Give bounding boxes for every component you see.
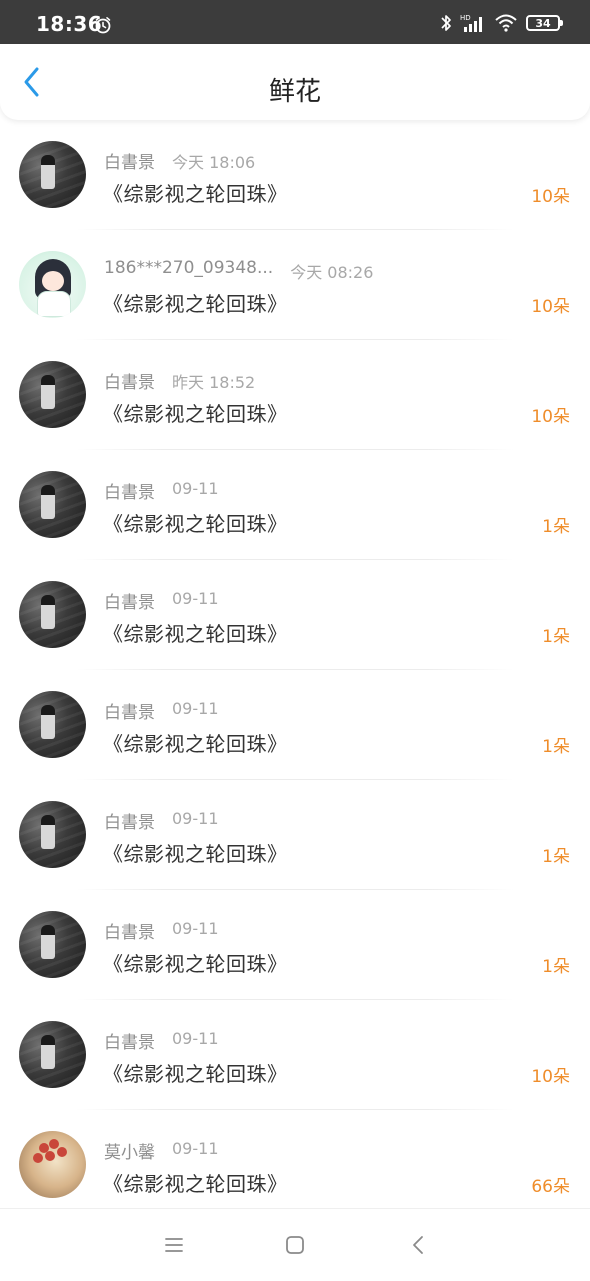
timestamp: 09-11: [172, 479, 219, 498]
list-item[interactable]: 莫小馨 09-11 《综影视之轮回珠》 66朵: [0, 1110, 590, 1220]
list-item[interactable]: 白書景 09-11 《综影视之轮回珠》 10朵: [0, 1000, 590, 1110]
list-item[interactable]: 白書景 09-11 《综影视之轮回珠》 1朵: [0, 560, 590, 670]
avatar[interactable]: [19, 581, 86, 648]
alarm-icon: [95, 17, 111, 34]
user-name[interactable]: 186***270_09348...: [104, 258, 273, 278]
avatar[interactable]: [19, 141, 86, 208]
user-name[interactable]: 白書景: [104, 808, 155, 833]
status-bar: 18:36 HD 34: [0, 0, 590, 44]
flower-record-list: 白書景 今天 18:06 《综影视之轮回珠》 10朵 186***270_09348..…: [0, 120, 590, 1220]
user-name[interactable]: 白書景: [104, 698, 155, 723]
timestamp: 09-11: [172, 1139, 219, 1158]
avatar[interactable]: [19, 911, 86, 978]
user-name[interactable]: 白書景: [104, 1028, 155, 1053]
home-square-icon: [286, 1236, 304, 1254]
timestamp: 09-11: [172, 809, 219, 828]
timestamp: 今天 18:06: [172, 153, 256, 172]
list-item[interactable]: 186***270_09348... 今天 08:26 《综影视之轮回珠》 10朵: [0, 230, 590, 340]
avatar[interactable]: [19, 471, 86, 538]
avatar[interactable]: [19, 801, 86, 868]
flower-count: 10朵: [531, 187, 570, 207]
timestamp: 09-11: [172, 699, 219, 718]
timestamp: 昨天 18:52: [172, 373, 256, 392]
list-item[interactable]: 白書景 09-11 《综影视之轮回珠》 1朵: [0, 450, 590, 560]
user-name[interactable]: 白書景: [104, 918, 155, 943]
book-title[interactable]: 《综影视之轮回珠》: [103, 838, 288, 867]
book-title[interactable]: 《综影视之轮回珠》: [103, 398, 288, 427]
back-triangle-icon: [413, 1236, 423, 1254]
page-title: 鲜花: [268, 77, 321, 107]
avatar[interactable]: [19, 691, 86, 758]
status-icons: HD 34: [440, 12, 563, 34]
flower-count: 10朵: [531, 297, 570, 317]
avatar[interactable]: [19, 361, 86, 428]
book-title[interactable]: 《综影视之轮回珠》: [103, 288, 288, 317]
avatar[interactable]: [19, 1021, 86, 1088]
flower-count: 1朵: [542, 737, 570, 757]
book-title[interactable]: 《综影视之轮回珠》: [103, 1058, 288, 1087]
timestamp: 09-11: [172, 919, 219, 938]
wifi-icon: [495, 14, 517, 32]
bluetooth-icon: [441, 15, 451, 31]
user-name[interactable]: 白書景: [104, 478, 155, 503]
list-item[interactable]: 白書景 09-11 《综影视之轮回珠》 1朵: [0, 670, 590, 780]
home-button[interactable]: [281, 1231, 309, 1259]
timestamp: 09-11: [172, 1029, 219, 1048]
book-title[interactable]: 《综影视之轮回珠》: [103, 728, 288, 757]
status-time: 18:36: [36, 12, 103, 36]
flower-count: 1朵: [542, 847, 570, 867]
user-name[interactable]: 白書景: [104, 588, 155, 613]
system-back-button[interactable]: [404, 1231, 432, 1259]
book-title[interactable]: 《综影视之轮回珠》: [103, 948, 288, 977]
flower-count: 1朵: [542, 517, 570, 537]
avatar[interactable]: [19, 1131, 86, 1198]
flower-count: 66朵: [531, 1177, 570, 1197]
book-title[interactable]: 《综影视之轮回珠》: [103, 1168, 288, 1197]
flower-count: 10朵: [531, 1067, 570, 1087]
network-label: HD: [460, 14, 471, 22]
list-item[interactable]: 白書景 09-11 《综影视之轮回珠》 1朵: [0, 890, 590, 1000]
timestamp: 今天 08:26: [290, 263, 374, 282]
list-item[interactable]: 白書景 昨天 18:52 《综影视之轮回珠》 10朵: [0, 340, 590, 450]
cellular-signal-icon: HD: [460, 14, 482, 32]
list-item[interactable]: 白書景 今天 18:06 《综影视之轮回珠》 10朵: [0, 120, 590, 230]
battery-icon: 34: [526, 15, 563, 31]
menu-icon: [165, 1238, 183, 1252]
flower-count: 10朵: [531, 407, 570, 427]
flower-count: 1朵: [542, 957, 570, 977]
battery-level: 34: [535, 16, 551, 30]
book-title[interactable]: 《综影视之轮回珠》: [103, 178, 288, 207]
book-title[interactable]: 《综影视之轮回珠》: [103, 618, 288, 647]
timestamp: 09-11: [172, 589, 219, 608]
user-name[interactable]: 白書景: [104, 148, 155, 173]
system-navigation-bar: [0, 1208, 590, 1281]
header: 鲜花: [0, 44, 590, 120]
list-item[interactable]: 白書景 09-11 《综影视之轮回珠》 1朵: [0, 780, 590, 890]
book-title[interactable]: 《综影视之轮回珠》: [103, 508, 288, 537]
menu-button[interactable]: [160, 1231, 188, 1259]
user-name[interactable]: 莫小馨: [104, 1138, 155, 1163]
user-name[interactable]: 白書景: [104, 368, 155, 393]
flower-count: 1朵: [542, 627, 570, 647]
avatar[interactable]: [19, 251, 86, 318]
